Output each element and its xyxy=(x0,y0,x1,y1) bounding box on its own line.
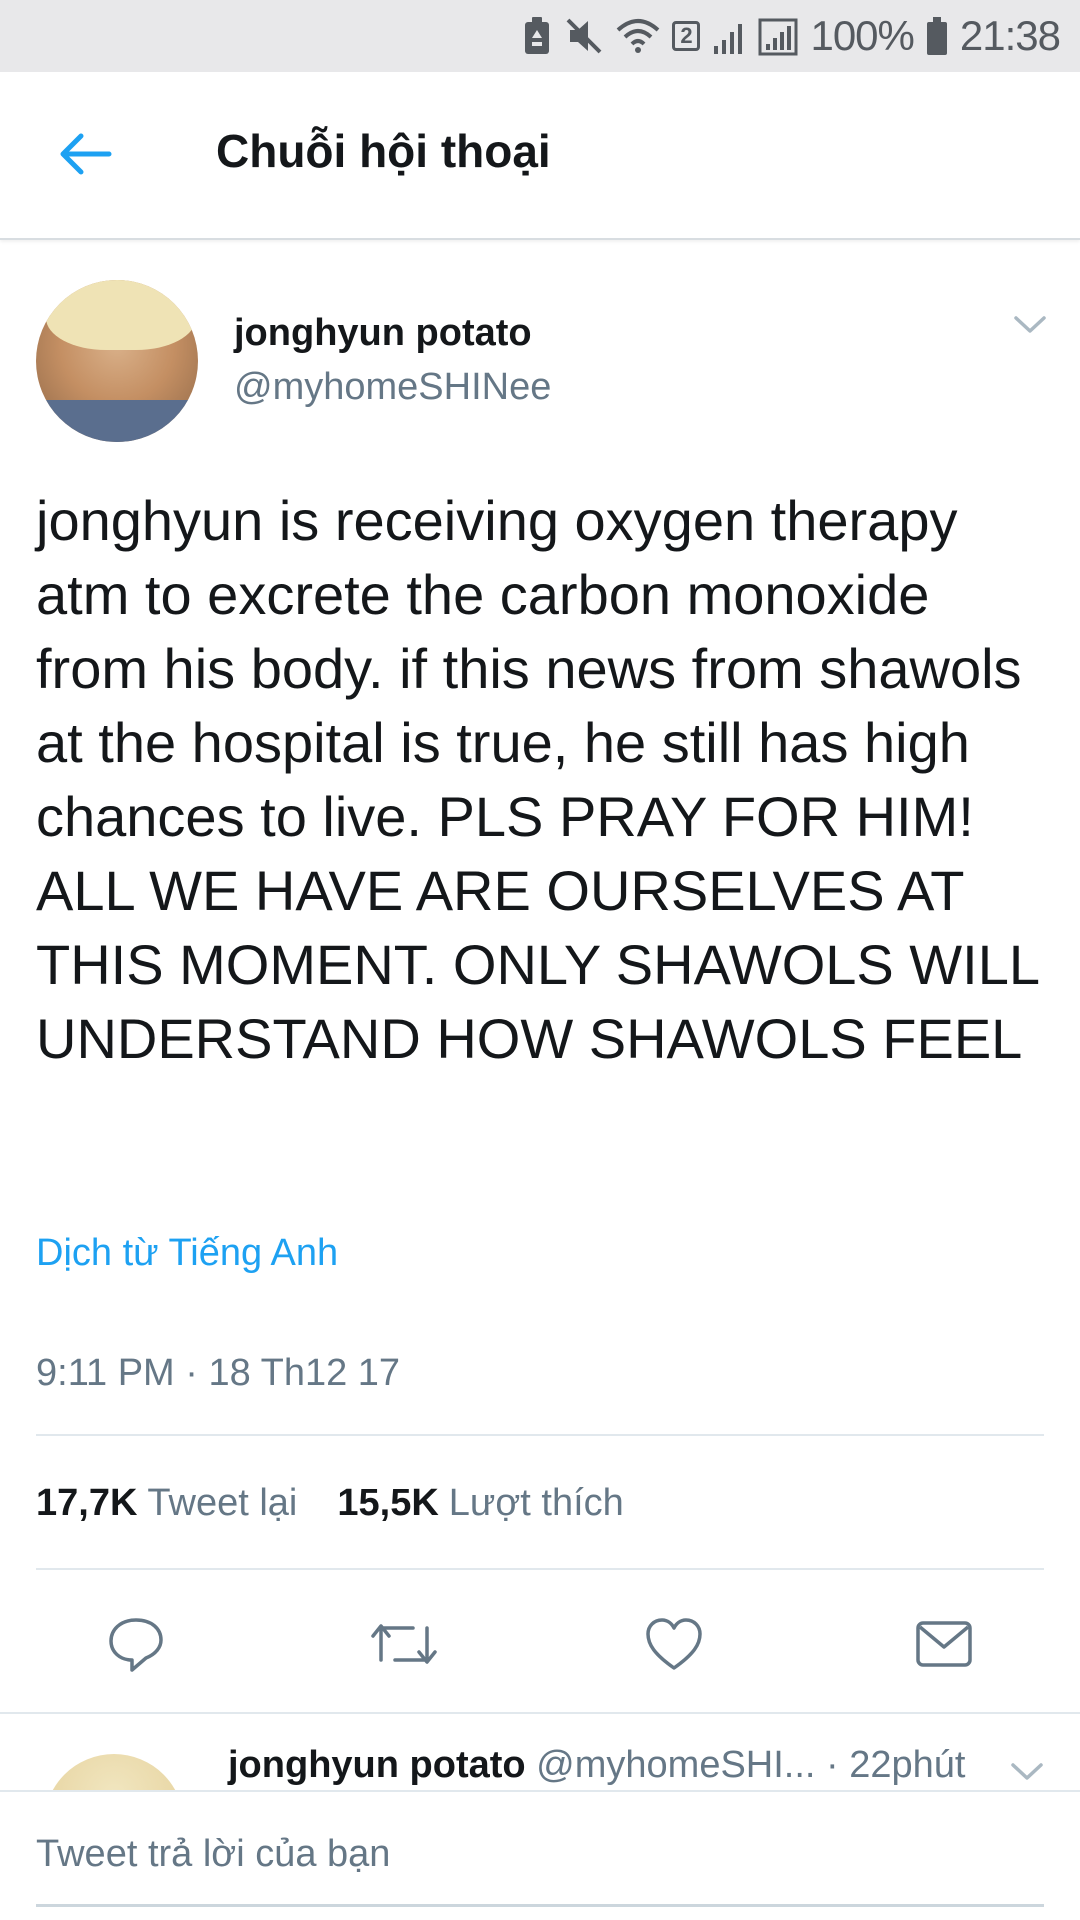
mute-icon xyxy=(564,16,604,56)
wifi-icon xyxy=(616,16,660,56)
reply-author-name[interactable]: jonghyun potato xyxy=(228,1744,526,1786)
translate-link[interactable]: Dịch từ Tiếng Anh xyxy=(36,1232,338,1275)
share-button[interactable] xyxy=(904,1604,984,1684)
tweet-text: jonghyun is receiving oxygen therapy atm… xyxy=(36,489,1038,1070)
battery-saver-icon xyxy=(522,16,552,56)
battery-percent: 100% xyxy=(810,12,914,59)
reply-composer xyxy=(0,1790,1080,1920)
reply-menu-button[interactable] xyxy=(1010,1762,1044,1787)
tweet-menu-button[interactable] xyxy=(1010,310,1050,340)
reply-button[interactable] xyxy=(96,1604,176,1684)
retweet-stat[interactable]: 17,7K Tweet lại xyxy=(36,1482,297,1525)
chevron-down-icon xyxy=(1014,316,1046,333)
divider xyxy=(36,1434,1044,1436)
reply-time: · 22phút xyxy=(826,1744,966,1786)
like-label: Lượt thích xyxy=(448,1482,624,1524)
retweet-count: 17,7K xyxy=(36,1482,138,1524)
like-stat[interactable]: 15,5K Lượt thích xyxy=(337,1482,623,1525)
app-bar: Chuỗi hội thoại xyxy=(0,72,1080,240)
author-name[interactable]: jonghyun potato xyxy=(234,312,532,355)
arrow-left-icon xyxy=(60,133,112,175)
like-icon xyxy=(646,1618,702,1670)
clock: 21:38 xyxy=(959,12,1061,59)
reply-icon xyxy=(109,1618,163,1672)
sim-badge: 2 xyxy=(672,21,701,51)
avatar[interactable] xyxy=(44,1754,184,1794)
retweet-icon xyxy=(371,1624,437,1664)
reply-tweet[interactable]: jonghyun potato @myhomeSHI... · 22phút xyxy=(0,1714,1080,1794)
status-bar: 2 100% 21:38 xyxy=(0,0,1080,72)
tweet-timestamp: 9:11 PM · 18 Th12 17 xyxy=(36,1352,401,1394)
tweet-stats: 17,7K Tweet lại 15,5K Lượt thích xyxy=(36,1482,624,1525)
retweet-label: Tweet lại xyxy=(147,1482,298,1524)
retweet-button[interactable] xyxy=(364,1604,444,1684)
back-button[interactable] xyxy=(50,124,120,184)
like-count: 15,5K xyxy=(337,1482,439,1524)
author-handle[interactable]: @myhomeSHINee xyxy=(234,366,551,409)
reply-header: jonghyun potato @myhomeSHI... · 22phút xyxy=(228,1744,966,1787)
like-button[interactable] xyxy=(634,1604,714,1684)
page-title: Chuỗi hội thoại xyxy=(216,125,551,177)
divider xyxy=(36,1568,1044,1570)
tweet-actions xyxy=(0,1604,1080,1684)
signal-icon xyxy=(712,16,746,56)
chevron-down-icon xyxy=(1011,1763,1043,1780)
share-icon xyxy=(916,1621,972,1667)
battery-icon xyxy=(926,16,948,56)
avatar[interactable] xyxy=(36,280,198,442)
reply-input[interactable] xyxy=(36,1822,1044,1886)
status-bar-icons: 2 100% 21:38 xyxy=(522,10,1061,62)
input-underline xyxy=(36,1904,1044,1907)
reply-author-handle[interactable]: @myhomeSHI... xyxy=(536,1744,815,1786)
signal-icon xyxy=(758,16,798,56)
